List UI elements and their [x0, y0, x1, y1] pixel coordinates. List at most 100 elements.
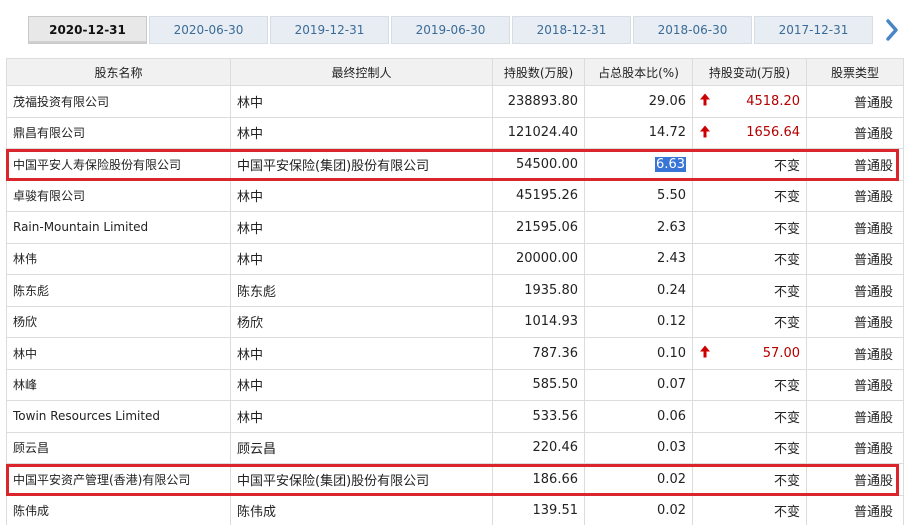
header-change[interactable]: 持股变动(万股) [692, 58, 807, 86]
date-tab-2018-06-30[interactable]: 2018-06-30 [633, 16, 752, 44]
ratio-value: 0.03 [584, 431, 693, 464]
date-tab-2019-06-30[interactable]: 2019-06-30 [391, 16, 510, 44]
shares-value: 20000.00 [492, 242, 585, 275]
table-row: Rain-Mountain Limited 林中 21595.06 2.63 不变 普通股 [6, 211, 904, 244]
change-value: 不变 [692, 242, 807, 275]
up-arrow-icon [700, 345, 710, 361]
ultimate-controller: 林中 [230, 179, 493, 212]
shareholder-name[interactable]: 顾云昌 [6, 431, 231, 464]
shareholder-name[interactable]: 卓骏有限公司 [6, 179, 231, 212]
change-value: 不变 [692, 431, 807, 464]
shares-value: 1935.80 [492, 274, 585, 307]
ratio-value: 14.72 [584, 116, 693, 149]
shares-value: 121024.40 [492, 116, 585, 149]
change-value: 不变 [692, 179, 807, 212]
share-type: 普通股 [806, 148, 904, 181]
report-date-tabs: 2020-12-31 2020-06-30 2019-12-31 2019-06-30… [28, 16, 910, 44]
ratio-value: 0.02 [584, 463, 693, 496]
change-value: 1656.64 [692, 116, 807, 149]
change-value: 不变 [692, 463, 807, 496]
ultimate-controller: 林中 [230, 368, 493, 401]
shareholder-name[interactable]: 林伟 [6, 242, 231, 275]
change-text: 不变 [773, 253, 800, 269]
share-type: 普通股 [806, 179, 904, 212]
change-value: 57.00 [692, 337, 807, 370]
change-value: 不变 [692, 368, 807, 401]
date-tab-2018-12-31[interactable]: 2018-12-31 [512, 16, 631, 44]
date-tab-2020-06-30[interactable]: 2020-06-30 [149, 16, 268, 44]
shareholder-name[interactable]: Towin Resources Limited [6, 400, 231, 433]
ultimate-controller: 林中 [230, 211, 493, 244]
share-type: 普通股 [806, 368, 904, 401]
change-value: 不变 [692, 148, 807, 181]
header-ratio[interactable]: 占总股本比(%) [584, 58, 693, 86]
shareholder-name[interactable]: Rain-Mountain Limited [6, 211, 231, 244]
change-text: 不变 [773, 316, 800, 332]
shares-value: 220.46 [492, 431, 585, 464]
change-text: 不变 [773, 505, 800, 521]
share-type: 普通股 [806, 463, 904, 496]
table-row: 中国平安人寿保险股份有限公司 中国平安保险(集团)股份有限公司 54500.00 6.… [6, 148, 904, 181]
shareholder-name[interactable]: 鼎昌有限公司 [6, 116, 231, 149]
shares-value: 1014.93 [492, 305, 585, 338]
table-row: 陈东彪 陈东彪 1935.80 0.24 不变 普通股 [6, 274, 904, 307]
ratio-value: 6.63 [584, 148, 693, 181]
table-row: 林峰 林中 585.50 0.07 不变 普通股 [6, 368, 904, 401]
header-share-type[interactable]: 股票类型 [806, 58, 904, 86]
change-text: 不变 [773, 190, 800, 206]
ultimate-controller: 林中 [230, 337, 493, 370]
ratio-value: 0.24 [584, 274, 693, 307]
ultimate-controller: 中国平安保险(集团)股份有限公司 [230, 148, 493, 181]
up-arrow-icon [700, 125, 710, 140]
shareholder-name[interactable]: 林中 [6, 337, 231, 370]
ratio-value: 5.50 [584, 179, 693, 212]
shares-value: 139.51 [492, 494, 585, 525]
shareholder-name[interactable]: 杨欣 [6, 305, 231, 338]
shareholder-name[interactable]: 陈伟成 [6, 494, 231, 525]
change-value: 不变 [692, 305, 807, 338]
shares-value: 54500.00 [492, 148, 585, 181]
change-text: 4518.20 [746, 93, 800, 109]
shares-value: 787.36 [492, 337, 585, 370]
shareholder-name[interactable]: 林峰 [6, 368, 231, 401]
ultimate-controller: 中国平安保险(集团)股份有限公司 [230, 463, 493, 496]
ratio-value: 0.12 [584, 305, 693, 338]
ratio-value: 2.63 [584, 211, 693, 244]
table-row: 中国平安资产管理(香港)有限公司 中国平安保险(集团)股份有限公司 186.66 0.… [6, 463, 904, 496]
shareholder-name[interactable]: 中国平安人寿保险股份有限公司 [6, 148, 231, 181]
share-type: 普通股 [806, 211, 904, 244]
shares-value: 533.56 [492, 400, 585, 433]
chevron-right-icon[interactable] [880, 16, 904, 44]
change-value: 不变 [692, 211, 807, 244]
header-shareholder-name[interactable]: 股东名称 [6, 58, 231, 86]
ultimate-controller: 林中 [230, 116, 493, 149]
header-ultimate-controller[interactable]: 最终控制人 [230, 58, 493, 86]
table-header-row: 股东名称 最终控制人 持股数(万股) 占总股本比(%) 持股变动(万股) 股票类… [6, 58, 904, 86]
shareholder-name[interactable]: 陈东彪 [6, 274, 231, 307]
change-value: 不变 [692, 400, 807, 433]
table-row: 顾云昌 顾云昌 220.46 0.03 不变 普通股 [6, 431, 904, 464]
change-text: 不变 [773, 221, 800, 237]
table-row: 茂福投资有限公司 林中 238893.80 29.06 4518.20 普通股 [6, 85, 904, 118]
shareholder-name[interactable]: 茂福投资有限公司 [6, 85, 231, 118]
change-text: 不变 [773, 284, 800, 300]
header-shares[interactable]: 持股数(万股) [492, 58, 585, 86]
table-row: 卓骏有限公司 林中 45195.26 5.50 不变 普通股 [6, 179, 904, 212]
change-text: 不变 [773, 442, 800, 458]
shareholder-name[interactable]: 中国平安资产管理(香港)有限公司 [6, 463, 231, 496]
table-row: 陈伟成 陈伟成 139.51 0.02 不变 普通股 [6, 494, 904, 525]
ratio-value: 0.02 [584, 494, 693, 525]
ultimate-controller: 林中 [230, 242, 493, 275]
share-type: 普通股 [806, 431, 904, 464]
ultimate-controller: 林中 [230, 85, 493, 118]
ultimate-controller: 林中 [230, 400, 493, 433]
change-value: 不变 [692, 494, 807, 525]
date-tab-2020-12-31[interactable]: 2020-12-31 [28, 16, 147, 44]
date-tab-2017-12-31[interactable]: 2017-12-31 [754, 16, 873, 44]
share-type: 普通股 [806, 494, 904, 525]
share-type: 普通股 [806, 337, 904, 370]
ratio-value: 2.43 [584, 242, 693, 275]
ultimate-controller: 陈东彪 [230, 274, 493, 307]
date-tab-2019-12-31[interactable]: 2019-12-31 [270, 16, 389, 44]
up-arrow-icon [700, 93, 710, 109]
